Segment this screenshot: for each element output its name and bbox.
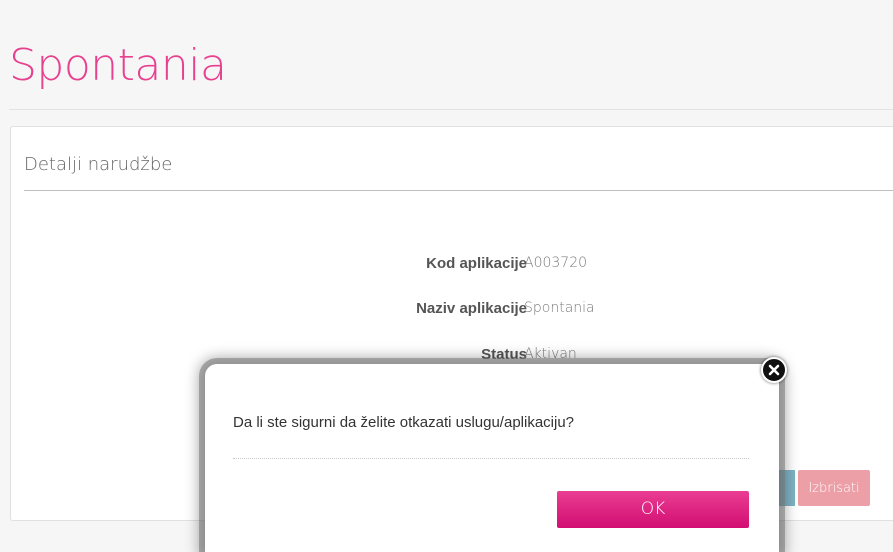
close-icon[interactable] <box>761 357 787 383</box>
confirm-message: Da li ste sigurni da želite otkazati usl… <box>233 414 575 431</box>
confirm-dialog: Da li ste sigurni da želite otkazati usl… <box>205 364 779 552</box>
dialog-divider <box>233 458 749 459</box>
ok-button[interactable]: OK <box>557 491 749 528</box>
